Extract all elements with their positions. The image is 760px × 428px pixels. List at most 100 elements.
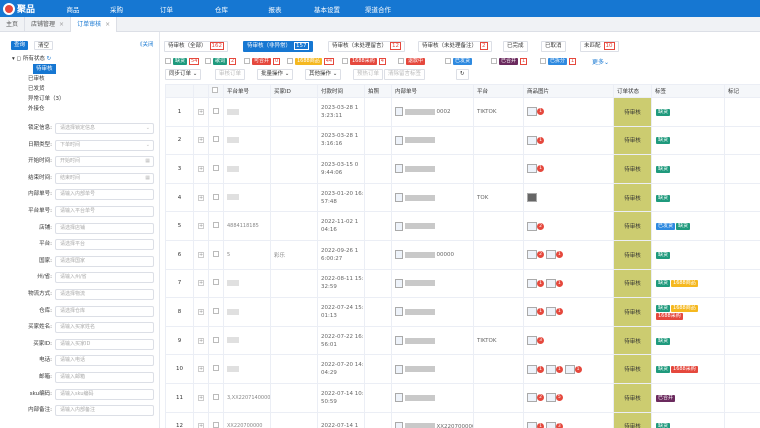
nav-item-settings[interactable]: 基本设置 bbox=[301, 4, 353, 14]
column-header[interactable]: 订单状态 bbox=[613, 84, 652, 98]
mark-cell[interactable] bbox=[724, 268, 760, 299]
expand-icon[interactable]: + bbox=[198, 337, 204, 344]
tree-item-shipped[interactable]: 已发货 bbox=[12, 84, 65, 94]
expand-icon[interactable]: + bbox=[198, 280, 204, 287]
column-header[interactable]: 买家ID bbox=[270, 84, 318, 98]
product-image[interactable] bbox=[527, 135, 537, 145]
copy-icon[interactable] bbox=[395, 393, 403, 403]
copy-icon[interactable] bbox=[395, 307, 403, 317]
close-icon[interactable]: × bbox=[105, 21, 110, 28]
filter-input[interactable]: 请选择国家 bbox=[55, 255, 154, 267]
copy-icon[interactable] bbox=[395, 336, 403, 346]
status-filter-button[interactable]: 未匹配 10 bbox=[580, 41, 619, 52]
product-image[interactable] bbox=[527, 164, 537, 174]
filter-input[interactable]: 请选择锁定信息 ⌄ bbox=[55, 123, 154, 134]
product-image[interactable] bbox=[564, 364, 575, 374]
table-row[interactable]: 10 + 2022-07-20 14: 04:29 1 1 1 待审核 缺货 1688… bbox=[165, 354, 760, 384]
product-image[interactable] bbox=[527, 278, 537, 288]
nav-item-product[interactable]: 商品 bbox=[52, 4, 94, 14]
copy-icon[interactable] bbox=[395, 421, 403, 428]
tag-filter[interactable]: 歌词 2 bbox=[205, 57, 237, 65]
close-icon[interactable]: × bbox=[59, 21, 64, 28]
checkbox[interactable] bbox=[165, 58, 171, 64]
column-header[interactable] bbox=[165, 84, 194, 98]
tree-item-pending[interactable]: 待审核 bbox=[12, 64, 65, 74]
column-header[interactable]: 内部单号 bbox=[391, 84, 474, 98]
status-filter-button[interactable]: 待审核（全部） 162 bbox=[164, 41, 229, 52]
row-checkbox[interactable] bbox=[213, 193, 219, 200]
checkbox[interactable] bbox=[445, 58, 451, 64]
product-image[interactable] bbox=[545, 393, 556, 403]
select-all-checkbox[interactable] bbox=[212, 87, 218, 93]
collapse-button[interactable]: 《关闭 bbox=[134, 41, 157, 50]
expand-icon[interactable]: + bbox=[198, 165, 204, 172]
product-image[interactable] bbox=[545, 364, 556, 374]
checkbox[interactable] bbox=[205, 58, 211, 64]
nav-item-order[interactable]: 订单 bbox=[139, 4, 194, 14]
checkbox[interactable] bbox=[342, 58, 348, 64]
mark-cell[interactable] bbox=[724, 354, 760, 384]
product-image[interactable] bbox=[545, 278, 556, 288]
row-checkbox[interactable] bbox=[213, 250, 219, 257]
filter-input[interactable]: 请选择店铺 bbox=[55, 222, 154, 234]
product-image[interactable] bbox=[527, 364, 537, 374]
table-row[interactable]: 2 + 2023-03-28 1 3:16:16 1 待审核 缺货 bbox=[165, 125, 760, 156]
product-image[interactable] bbox=[527, 107, 537, 117]
checkbox[interactable] bbox=[491, 58, 497, 64]
tag-filter[interactable]: 可合并 0 bbox=[244, 57, 281, 65]
column-header[interactable]: 标记 bbox=[724, 84, 760, 98]
mark-cell[interactable] bbox=[724, 382, 760, 413]
product-image[interactable] bbox=[527, 393, 537, 403]
filter-input[interactable]: 请输入内部备注 bbox=[55, 405, 154, 417]
tag-filter[interactable]: 1688采购 4 bbox=[342, 57, 386, 65]
filter-input[interactable]: 请输入买家姓名 bbox=[55, 322, 154, 334]
mark-cell[interactable] bbox=[724, 325, 760, 356]
filter-input[interactable]: 请输入州/省 bbox=[55, 272, 154, 284]
status-filter-button[interactable]: 已完成 bbox=[503, 41, 528, 52]
expand-icon[interactable]: + bbox=[198, 137, 204, 144]
status-filter-button[interactable]: 已取消 bbox=[541, 41, 566, 52]
refresh-icon[interactable]: ↻ bbox=[47, 56, 52, 62]
expand-icon[interactable]: + bbox=[198, 308, 204, 315]
mark-cell[interactable] bbox=[724, 154, 760, 184]
table-row[interactable]: 7 + 2022-08-11 15: 32:59 1 1 待审核 缺货 1688商品 bbox=[165, 268, 760, 299]
row-checkbox[interactable] bbox=[213, 222, 219, 229]
expand-icon[interactable]: + bbox=[198, 194, 204, 201]
filter-input[interactable]: 请输入邮箱 bbox=[55, 372, 154, 383]
filter-input[interactable]: 开始时间 ▦ bbox=[55, 156, 154, 168]
tree-root[interactable]: ▾ ◻ 所有状态 ↻ bbox=[12, 54, 65, 64]
app-logo[interactable]: 聚品 bbox=[0, 2, 52, 15]
table-row[interactable]: 6 +5 彩乐 2022-09-26 1 6:00:27 00000 2 1 待审核 缺货 bbox=[165, 239, 760, 270]
expand-icon[interactable]: + bbox=[198, 394, 204, 401]
column-header[interactable]: 标签 bbox=[651, 84, 725, 98]
filter-input[interactable]: 下单时间 ⌄ bbox=[55, 139, 154, 151]
tab-shop-manage[interactable]: 店铺管理 × bbox=[25, 17, 72, 32]
checkbox[interactable] bbox=[398, 58, 404, 64]
column-header[interactable]: 平台 bbox=[473, 84, 524, 98]
column-header[interactable] bbox=[208, 84, 224, 98]
copy-icon[interactable] bbox=[395, 278, 403, 288]
expand-icon[interactable]: + bbox=[198, 251, 204, 258]
row-checkbox[interactable] bbox=[213, 107, 219, 114]
nav-item-purchase[interactable]: 采购 bbox=[94, 4, 139, 14]
product-image[interactable] bbox=[545, 421, 556, 428]
checkbox[interactable] bbox=[244, 58, 250, 64]
checkbox[interactable] bbox=[540, 58, 546, 64]
status-filter-button[interactable]: 待审核（非异常） 157 bbox=[243, 41, 313, 52]
filter-input[interactable]: 请输入内部单号 bbox=[55, 189, 154, 201]
tag-filter[interactable]: 已拆分 1 bbox=[540, 57, 577, 65]
product-image[interactable] bbox=[527, 307, 537, 317]
table-row[interactable]: 3 + 2023-03-15 0 9:44:06 1 待审核 缺货 bbox=[165, 154, 760, 184]
copy-icon[interactable] bbox=[395, 193, 403, 203]
row-checkbox[interactable] bbox=[213, 164, 219, 171]
copy-icon[interactable] bbox=[395, 135, 403, 145]
product-image[interactable] bbox=[527, 250, 537, 260]
column-header[interactable]: 平台单号 bbox=[223, 84, 271, 98]
mark-cell[interactable] bbox=[724, 211, 760, 241]
row-checkbox[interactable] bbox=[213, 307, 219, 314]
column-header[interactable] bbox=[193, 84, 209, 98]
row-checkbox[interactable] bbox=[213, 279, 219, 286]
expand-icon[interactable]: + bbox=[198, 108, 204, 115]
expand-icon[interactable]: + bbox=[198, 366, 204, 373]
copy-icon[interactable] bbox=[395, 221, 403, 231]
